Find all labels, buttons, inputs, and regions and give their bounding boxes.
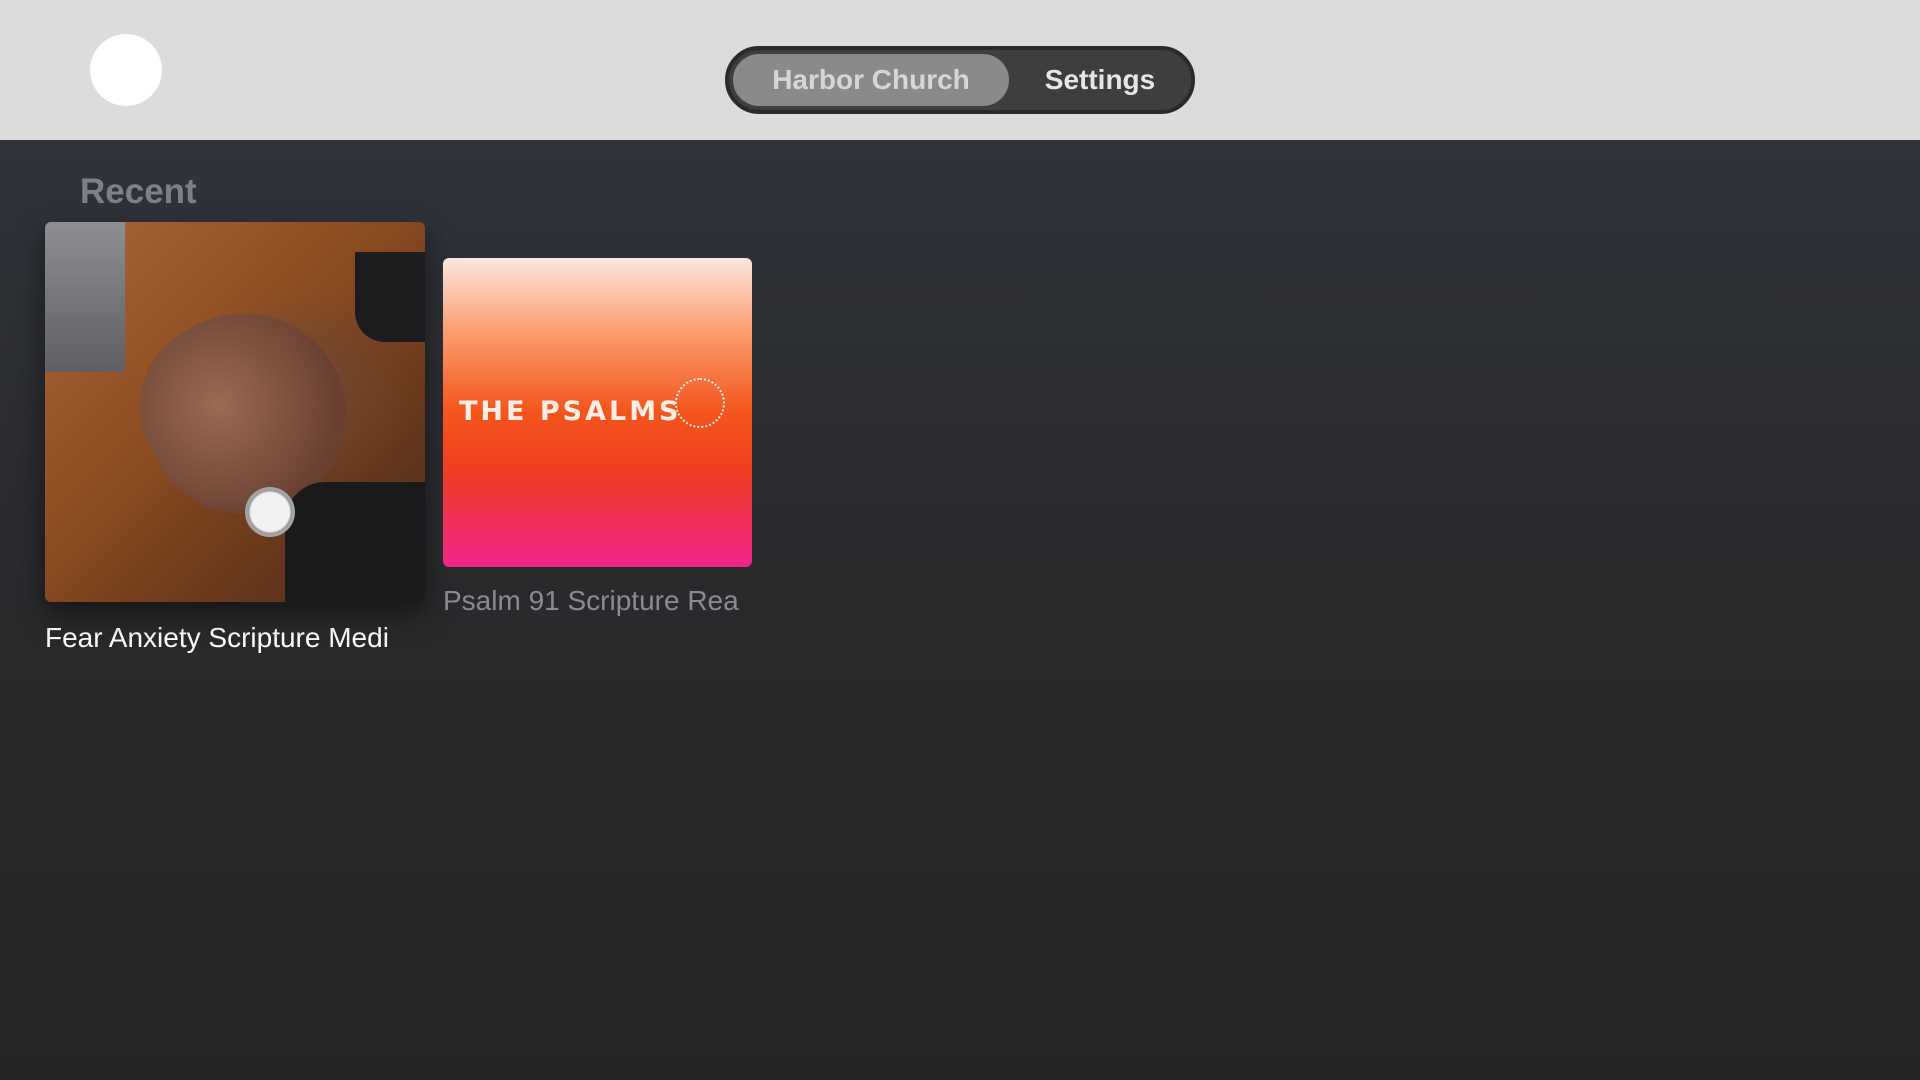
media-card-psalm-91[interactable]: THE PSALMS Psalm 91 Scripture Rea bbox=[443, 258, 752, 617]
main-content: Recent Fear Anxiety Scripture Medi THE P… bbox=[0, 140, 1920, 1080]
artwork-ring bbox=[675, 378, 725, 428]
artwork-title: THE PSALMS bbox=[459, 396, 682, 427]
media-title: Psalm 91 Scripture Rea bbox=[443, 585, 739, 616]
tab-settings[interactable]: Settings bbox=[1009, 54, 1191, 106]
media-title: Fear Anxiety Scripture Medi bbox=[45, 622, 389, 653]
tab-harbor-church[interactable]: Harbor Church bbox=[733, 54, 1009, 106]
media-thumbnail[interactable] bbox=[45, 222, 425, 602]
thumbnail-sleeve bbox=[355, 252, 425, 342]
media-card-fear-anxiety[interactable]: Fear Anxiety Scripture Medi bbox=[45, 222, 425, 654]
top-bar: Harbor Church Settings bbox=[0, 0, 1920, 140]
tab-bar: Harbor Church Settings bbox=[725, 46, 1195, 114]
thumbnail-sleeve bbox=[285, 482, 425, 602]
thumbnail-background bbox=[45, 222, 125, 372]
section-title-recent: Recent bbox=[80, 172, 197, 211]
profile-avatar[interactable] bbox=[90, 34, 162, 106]
media-thumbnail[interactable]: THE PSALMS bbox=[443, 258, 752, 567]
thumbnail-watch bbox=[245, 487, 295, 537]
